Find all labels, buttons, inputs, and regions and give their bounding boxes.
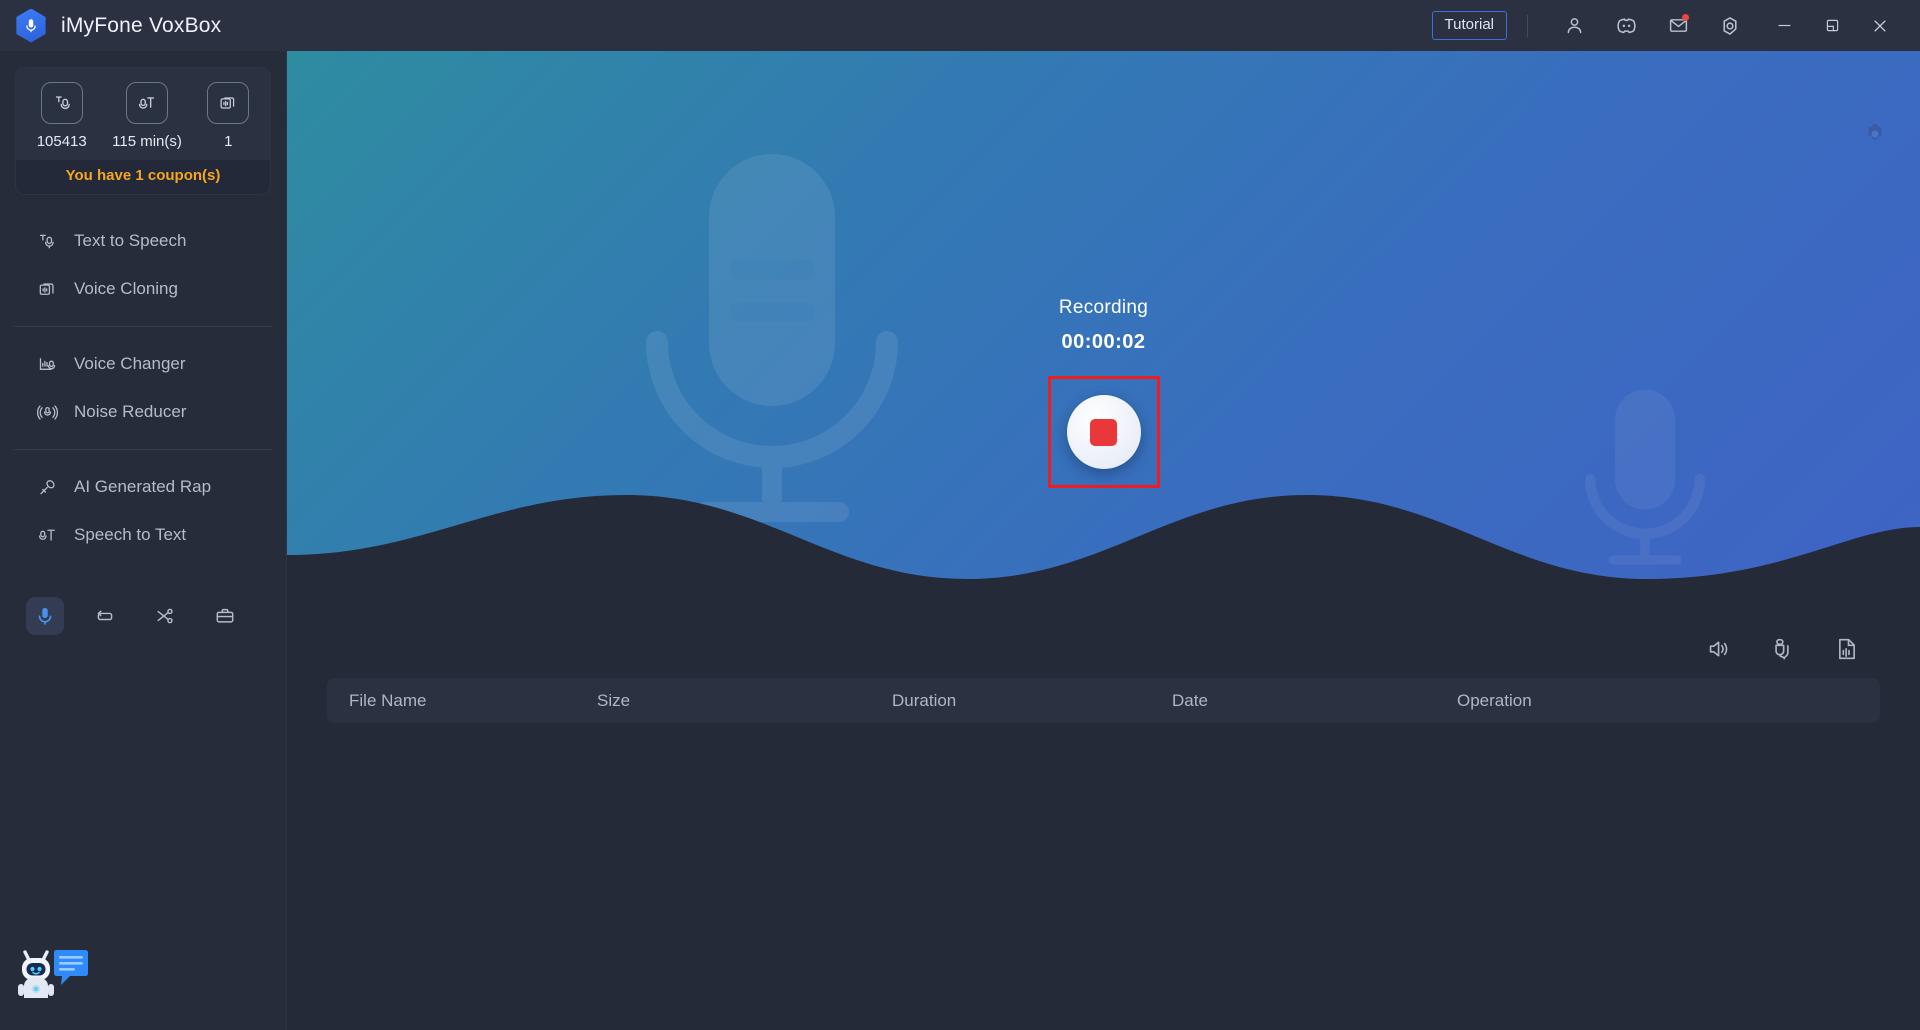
sidebar-item-label: Speech to Text [74, 525, 187, 544]
recording-timer: 00:00:02 [1061, 331, 1146, 353]
sidebar-item-label: Voice Cloning [74, 279, 178, 298]
speech-to-text-icon [36, 524, 58, 546]
app-title: iMyFone VoxBox [61, 13, 222, 37]
account-icon[interactable] [1557, 9, 1591, 43]
nav-group-2: Voice Changer Noise Reducer [0, 340, 286, 436]
credit-item-clone[interactable]: 1 [207, 82, 250, 150]
close-button[interactable] [1860, 6, 1900, 46]
file-panel-toolbar [327, 616, 1880, 678]
minimize-button[interactable] [1764, 6, 1804, 46]
title-bar: iMyFone VoxBox Tutorial [0, 0, 1920, 51]
recorder-tool-button[interactable] [26, 597, 64, 635]
sidebar-item-label: Text to Speech [74, 231, 187, 250]
column-header-duration[interactable]: Duration [892, 691, 1172, 711]
sidebar-tool-row [0, 581, 286, 635]
microphone-input-icon[interactable] [1768, 634, 1798, 664]
settings-icon[interactable] [1713, 9, 1747, 43]
sidebar-item-voice-changer[interactable]: Voice Changer [0, 340, 286, 388]
speech-to-text-credit-icon [126, 82, 169, 124]
converter-tool-button[interactable] [86, 597, 124, 635]
nav-group-3: AI Generated Rap Speech to Text [0, 463, 286, 559]
file-table-header: File Name Size Duration Date Operation [327, 678, 1880, 723]
voice-cloning-credit-icon [207, 82, 250, 124]
credits-row: 105413 115 min(s) 1 [16, 68, 270, 160]
hero-wave-divider [287, 495, 1920, 616]
column-header-file-name[interactable]: File Name [327, 691, 597, 711]
voice-changer-icon [36, 353, 58, 375]
speaker-output-icon[interactable] [1704, 634, 1734, 664]
coupon-banner[interactable]: You have 1 coupon(s) [16, 160, 270, 194]
credits-panel: 105413 115 min(s) 1 You have 1 coupon(s) [15, 67, 271, 195]
recording-settings-gear-icon[interactable] [1862, 121, 1888, 147]
mail-badge-dot [1682, 13, 1689, 21]
column-header-operation: Operation [1457, 690, 1532, 710]
app-body: 105413 115 min(s) 1 You have 1 coupon(s)… [0, 51, 1920, 1030]
credit-item-stt[interactable]: 115 min(s) [112, 82, 182, 150]
sidebar-item-text-to-speech[interactable]: Text to Speech [0, 217, 286, 265]
chatbot-assistant-icon[interactable] [16, 944, 92, 1016]
credit-value: 1 [224, 133, 233, 150]
credit-value: 105413 [36, 133, 87, 150]
column-header-size[interactable]: Size [597, 691, 892, 711]
file-table-body [327, 723, 1880, 803]
titlebar-actions: Tutorial [1431, 6, 1900, 46]
stop-button-highlight [1047, 376, 1160, 488]
stop-recording-button[interactable] [1066, 395, 1141, 469]
audio-file-icon[interactable] [1832, 634, 1862, 664]
voxbox-app-window: iMyFone VoxBox Tutorial 105413 115 min(s… [0, 0, 1920, 1030]
recording-status-label: Recording [1058, 297, 1149, 318]
sidebar: 105413 115 min(s) 1 You have 1 coupon(s)… [0, 51, 287, 1030]
credit-value: 115 min(s) [112, 133, 182, 150]
tutorial-button[interactable]: Tutorial [1431, 11, 1507, 40]
app-brand: iMyFone VoxBox [14, 8, 222, 43]
sidebar-item-speech-to-text[interactable]: Speech to Text [0, 511, 286, 559]
sidebar-item-label: Noise Reducer [74, 402, 187, 421]
nav-separator [13, 326, 273, 327]
titlebar-divider [1527, 14, 1528, 37]
nav-separator [13, 449, 273, 450]
text-to-speech-icon [36, 230, 58, 252]
column-header-date[interactable]: Date [1172, 691, 1457, 711]
sidebar-item-label: AI Generated Rap [74, 477, 212, 496]
file-list-panel: File Name Size Duration Date Operation [287, 616, 1920, 1030]
credit-item-tts[interactable]: 105413 [37, 82, 87, 150]
sidebar-nav: Text to Speech Voice Cloning Voice Chang… [0, 217, 286, 559]
community-icon[interactable] [1609, 9, 1643, 43]
sidebar-item-noise-reducer[interactable]: Noise Reducer [0, 388, 286, 436]
noise-reducer-icon [36, 401, 58, 423]
cutter-tool-button[interactable] [146, 597, 184, 635]
voice-cloning-icon [36, 278, 58, 300]
nav-group-1: Text to Speech Voice Cloning [0, 217, 286, 313]
recording-hero: Recording 00:00:02 [287, 51, 1920, 616]
app-logo-icon [14, 8, 48, 43]
mail-icon[interactable] [1661, 9, 1695, 43]
stop-square-icon [1090, 418, 1117, 446]
recording-controls: Recording 00:00:02 [287, 297, 1920, 488]
main-content: Recording 00:00:02 File Name Size Durati… [287, 51, 1920, 1030]
sidebar-item-label: Voice Changer [74, 354, 186, 373]
maximize-button[interactable] [1812, 6, 1852, 46]
sidebar-item-voice-cloning[interactable]: Voice Cloning [0, 265, 286, 313]
text-to-speech-credit-icon [40, 82, 83, 124]
sidebar-item-ai-generated-rap[interactable]: AI Generated Rap [0, 463, 286, 511]
ai-generated-rap-icon [36, 476, 58, 498]
toolbox-tool-button[interactable] [206, 597, 244, 635]
